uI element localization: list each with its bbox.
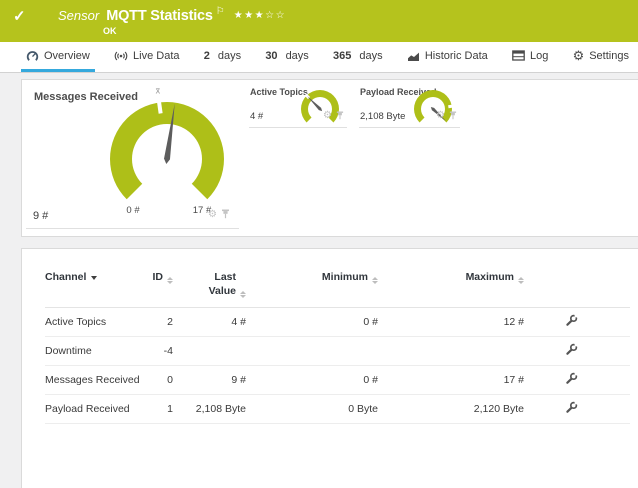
channel-id-cell: 0 [141, 366, 173, 395]
channel-actions-cell [524, 308, 630, 337]
last-value-cell: 2,108 Byte [173, 395, 246, 424]
primary-gauge-block: Messages Received 0 #17 #x̄ 9 # ⚙ [26, 85, 239, 229]
channel-id-cell: 1 [141, 395, 173, 424]
small-gauge-block: Payload Received 2,108 Byte ⚙ [359, 85, 460, 128]
minimum-cell: 0 Byte [246, 395, 378, 424]
pin-icon[interactable] [221, 206, 230, 224]
column-header-id[interactable]: ID [141, 269, 173, 308]
tab-historic-data[interactable]: Historic Data [402, 42, 493, 72]
gauge-current-value: 4 # [250, 111, 263, 122]
channel-actions-cell [524, 395, 630, 424]
pin-icon[interactable] [449, 107, 457, 125]
maximum-cell [378, 337, 524, 366]
minimum-cell: 0 # [246, 308, 378, 337]
minimum-cell: 0 # [246, 366, 378, 395]
table-row: Messages Received09 #0 #17 # [45, 366, 630, 395]
sort-desc-icon [91, 276, 97, 280]
gauges-panel: Messages Received 0 #17 #x̄ 9 # ⚙ Active… [21, 79, 638, 237]
table-row: Downtime-4 [45, 337, 630, 366]
last-value-cell: 9 # [173, 366, 246, 395]
tab-bar: Overview Live Data 2days 30days 365days … [0, 42, 638, 73]
tab-live-data[interactable]: Live Data [109, 42, 184, 72]
column-header-actions [524, 269, 630, 308]
live-data-icon [114, 50, 128, 62]
tab-365-days[interactable]: 365days [328, 42, 388, 72]
column-header-channel[interactable]: Channel [45, 269, 141, 308]
last-value-cell [173, 337, 246, 366]
channel-settings-wrench-icon[interactable] [565, 376, 578, 388]
channel-table: Channel ID Last Value Minimum Maximum [45, 269, 630, 424]
status-badge: OK [103, 26, 117, 36]
messages-received-gauge[interactable]: 0 #17 #x̄ [87, 83, 247, 221]
channel-settings-wrench-icon[interactable] [565, 318, 578, 330]
tab-settings[interactable]: ⚙ Settings [568, 42, 634, 72]
sensor-header: ✓ Sensor MQTT Statistics⚐ ★★★☆☆ OK [0, 0, 638, 42]
gauge-current-value: 9 # [33, 210, 48, 222]
channel-settings-wrench-icon[interactable] [565, 405, 578, 417]
sort-icon [518, 277, 524, 284]
priority-star-rating[interactable]: ★★★☆☆ [234, 10, 286, 21]
log-icon [512, 50, 525, 61]
small-gauge-block: Active Topics 4 # ⚙ [249, 85, 347, 128]
maximum-cell: 2,120 Byte [378, 395, 524, 424]
gauge-icon [26, 50, 39, 62]
tab-2-days[interactable]: 2days [199, 42, 246, 72]
priority-flag-icon: ⚐ [216, 6, 225, 17]
gauge-current-value: 2,108 Byte [360, 111, 405, 122]
tab-log[interactable]: Log [507, 42, 553, 72]
svg-text:x̄: x̄ [156, 86, 161, 96]
column-header-minimum[interactable]: Minimum [246, 269, 378, 308]
table-row: Payload Received12,108 Byte0 Byte2,120 B… [45, 395, 630, 424]
pin-icon[interactable] [336, 107, 344, 125]
column-header-last-value[interactable]: Last Value [173, 269, 246, 308]
sort-icon [372, 277, 378, 284]
settings-gear-icon: ⚙ [573, 49, 585, 62]
gauge-settings-icon[interactable]: ⚙ [323, 111, 332, 121]
page-title: MQTT Statistics [106, 8, 213, 24]
svg-text:0 #: 0 # [126, 205, 140, 216]
channel-table-panel: Channel ID Last Value Minimum Maximum [21, 248, 638, 488]
object-kind-label: Sensor [58, 8, 99, 23]
channel-actions-cell [524, 366, 630, 395]
gauge-settings-icon[interactable]: ⚙ [208, 210, 217, 220]
sort-icon [240, 291, 246, 298]
historic-data-icon [407, 50, 420, 62]
maximum-cell: 12 # [378, 308, 524, 337]
tab-30-days[interactable]: 30days [260, 42, 314, 72]
minimum-cell [246, 337, 378, 366]
last-value-cell: 4 # [173, 308, 246, 337]
channel-name-cell: Downtime [45, 337, 141, 366]
channel-id-cell: -4 [141, 337, 173, 366]
channel-actions-cell [524, 337, 630, 366]
channel-settings-wrench-icon[interactable] [565, 347, 578, 359]
column-header-maximum[interactable]: Maximum [378, 269, 524, 308]
channel-name-cell: Messages Received [45, 366, 141, 395]
status-check-icon: ✓ [13, 7, 26, 25]
channel-name-cell: Active Topics [45, 308, 141, 337]
gauge-settings-icon[interactable]: ⚙ [436, 111, 445, 121]
channel-name-cell: Payload Received [45, 395, 141, 424]
table-row: Active Topics24 #0 #12 # [45, 308, 630, 337]
maximum-cell: 17 # [378, 366, 524, 395]
sort-icon [167, 277, 173, 284]
channel-id-cell: 2 [141, 308, 173, 337]
tab-overview[interactable]: Overview [21, 42, 95, 72]
